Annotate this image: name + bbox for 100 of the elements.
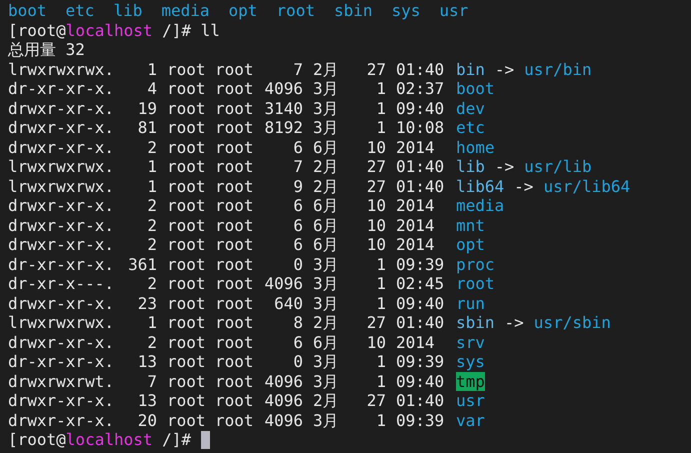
group-text: root <box>215 332 254 352</box>
group-text: root <box>215 196 254 215</box>
time-text: 2014 <box>396 216 435 234</box>
link-arrow: -> <box>514 176 534 196</box>
file-name: lib <box>113 1 142 20</box>
link-target: usr/sbin <box>534 313 611 332</box>
host-name: localhost <box>66 20 152 40</box>
file-name: sbin <box>334 1 372 20</box>
day-text: 27 <box>366 176 386 196</box>
permissions-text: drwxr-xr-x. <box>8 391 114 410</box>
owner-text: root <box>167 410 206 430</box>
day-text: 1 <box>376 98 386 118</box>
command-text: ll <box>200 20 220 40</box>
owner-text: root <box>167 176 206 196</box>
time-text: 10:08 <box>396 118 444 137</box>
owner-text: root <box>167 254 206 274</box>
link-count-text: 23 <box>138 294 157 313</box>
owner-text: root <box>167 138 206 156</box>
group-text: root <box>215 313 254 332</box>
day-text: 10 <box>366 138 386 157</box>
file-name: etc <box>66 1 94 20</box>
month-text: 2月 <box>313 157 339 176</box>
link-count-text: 1 <box>147 176 157 196</box>
file-name: proc <box>456 254 495 274</box>
link-count-text: 1 <box>147 313 157 332</box>
month-text: 3月 <box>313 410 339 430</box>
file-name: lib <box>456 157 485 176</box>
month-text: 6月 <box>313 235 339 254</box>
size-text: 7 <box>293 60 303 79</box>
size-text: 3140 <box>264 98 303 118</box>
group-text: root <box>215 60 254 78</box>
size-text: 8192 <box>264 118 303 138</box>
month-text: 3月 <box>313 254 339 274</box>
link-target: usr/lib64 <box>543 176 630 196</box>
link-count-text: 2 <box>147 274 157 294</box>
owner-text: root <box>167 196 206 215</box>
size-text: 0 <box>293 352 303 372</box>
day-text: 27 <box>366 157 386 176</box>
time-text: 09:40 <box>396 372 444 390</box>
group-text: root <box>215 274 254 293</box>
file-name: root <box>276 1 315 20</box>
group-text: root <box>215 372 254 390</box>
day-text: 10 <box>366 332 386 352</box>
month-text: 6月 <box>313 138 339 156</box>
day-text: 1 <box>376 79 386 98</box>
permissions-text: drwxr-xr-x. <box>8 216 114 234</box>
file-name: run <box>456 294 485 313</box>
link-count-text: 2 <box>147 196 157 216</box>
time-text: 01:40 <box>396 313 444 332</box>
group-text: root <box>215 157 254 176</box>
group-text: root <box>215 98 254 118</box>
link-count-text: 19 <box>138 98 157 118</box>
group-text: root <box>215 216 254 234</box>
time-text: 09:40 <box>396 98 444 118</box>
owner-text: root <box>167 332 206 352</box>
day-text: 27 <box>366 60 386 79</box>
file-name: root <box>456 274 495 294</box>
permissions-text: drwxr-xr-x. <box>8 196 114 215</box>
owner-text: root <box>167 79 206 98</box>
time-text: 09:40 <box>396 294 444 312</box>
owner-text: root <box>167 372 206 390</box>
size-text: 6 <box>293 196 303 216</box>
owner-text: root <box>167 391 206 410</box>
month-text: 3月 <box>313 118 339 137</box>
group-text: root <box>215 176 254 196</box>
size-text: 8 <box>293 313 303 332</box>
link-arrow: -> <box>494 157 514 176</box>
permissions-text: drwxr-xr-x. <box>8 235 114 254</box>
file-name: var <box>456 410 485 430</box>
month-text: 3月 <box>313 79 339 98</box>
month-text: 3月 <box>313 274 339 293</box>
permissions-text: lrwxrwxrwx. <box>8 157 114 176</box>
owner-text: root <box>167 352 206 371</box>
file-name: srv <box>456 332 485 352</box>
day-text: 27 <box>366 313 386 332</box>
link-count-text: 2 <box>147 235 157 254</box>
time-text: 01:40 <box>396 176 444 196</box>
day-text: 1 <box>376 254 386 274</box>
permissions-text: drwxr-xr-x. <box>8 138 114 156</box>
size-text: 9 <box>293 176 303 196</box>
time-text: 01:40 <box>396 391 444 410</box>
group-text: root <box>215 352 254 371</box>
size-text: 6 <box>293 138 303 157</box>
host-name: localhost <box>66 430 152 450</box>
permissions-text: dr-xr-xr-x. <box>8 352 114 371</box>
file-name: opt <box>456 235 485 254</box>
month-text: 2月 <box>313 313 339 332</box>
total-text: 总用量 32 <box>8 40 85 60</box>
permissions-text: lrwxrwxrwx. <box>8 60 114 78</box>
permissions-text: drwxr-xr-x. <box>8 118 114 137</box>
file-name: etc <box>456 118 485 138</box>
owner-text: root <box>167 60 206 78</box>
link-count-text: 13 <box>138 352 157 372</box>
day-text: 10 <box>366 196 386 216</box>
link-arrow: -> <box>494 60 514 79</box>
time-text: 2014 <box>396 196 435 215</box>
cursor-icon <box>200 430 210 449</box>
group-text: root <box>215 410 254 430</box>
file-name: opt <box>228 1 258 20</box>
prompt-path: /]# <box>161 430 192 450</box>
